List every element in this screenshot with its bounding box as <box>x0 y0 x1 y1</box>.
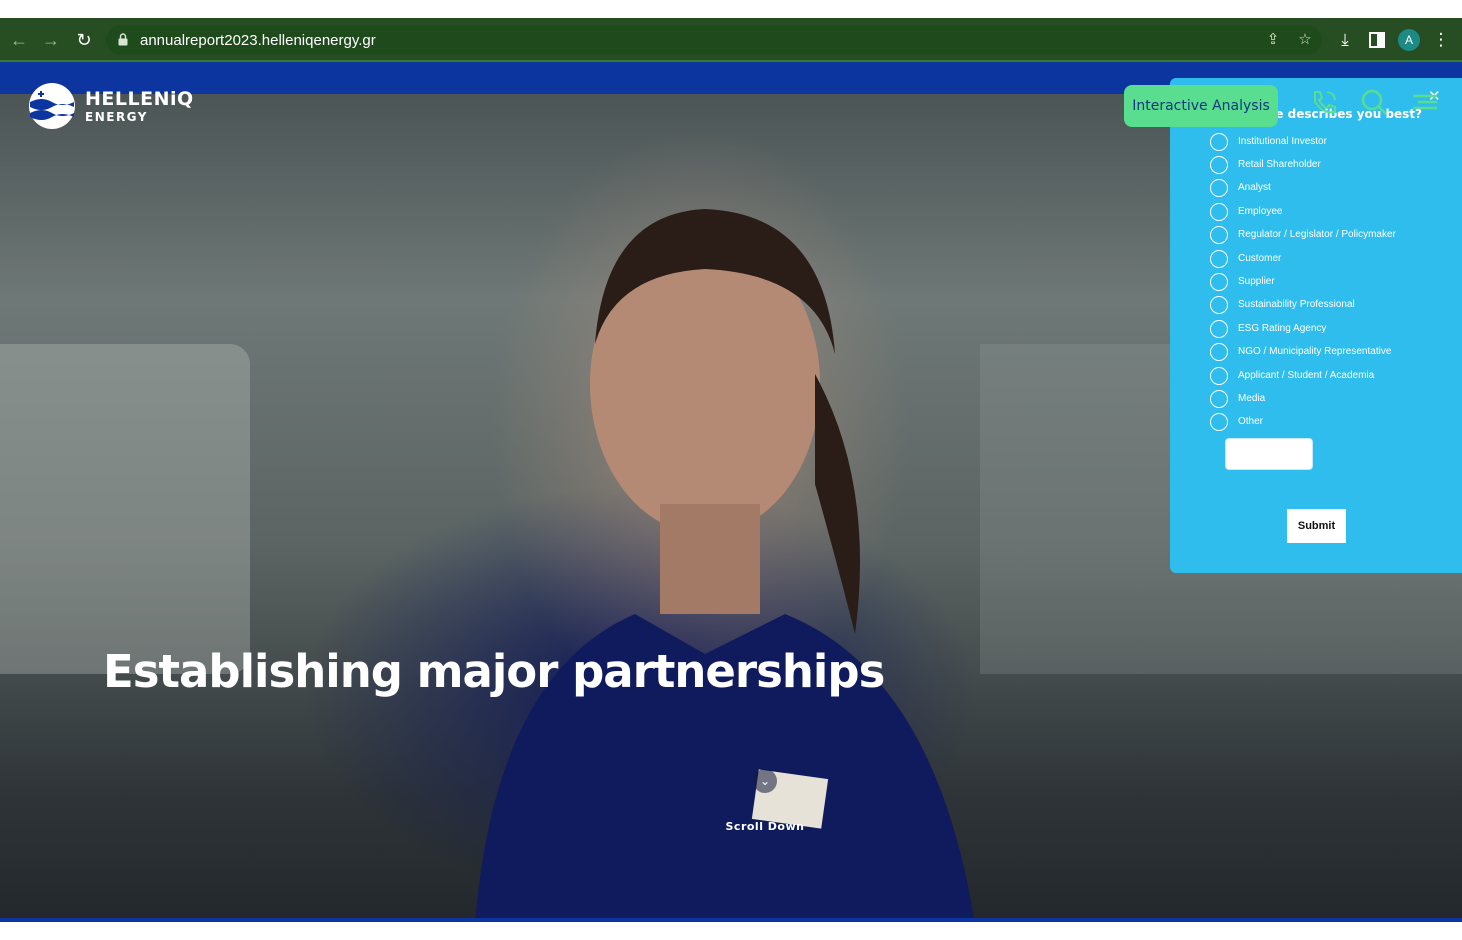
radio-button[interactable] <box>1210 133 1228 151</box>
hero-person-image <box>475 209 974 918</box>
radio-button[interactable] <box>1210 203 1228 221</box>
survey-option[interactable]: ESG Rating Agency <box>1210 320 1450 340</box>
radio-button[interactable] <box>1210 296 1228 314</box>
interactive-analysis-button[interactable]: Interactive Analysis <box>1124 85 1278 127</box>
forward-arrow-icon[interactable]: → <box>40 29 62 51</box>
survey-option[interactable]: Regulator / Legislator / Policymaker <box>1210 226 1450 246</box>
reload-icon[interactable]: ↻ <box>73 29 95 51</box>
logo-subtitle: ENERGY <box>85 110 148 124</box>
radio-button[interactable] <box>1210 413 1228 431</box>
other-text-field[interactable] <box>1225 438 1313 470</box>
survey-question: ese describes you best? <box>1260 107 1423 121</box>
radio-button[interactable] <box>1210 250 1228 268</box>
star-icon[interactable]: ☆ <box>1296 31 1314 49</box>
address-bar[interactable]: annualreport2023.helleniqenergy.gr ⇪ ☆ <box>106 25 1322 55</box>
download-icon[interactable]: ⤓ <box>1334 29 1356 51</box>
menu-icon[interactable] <box>1410 88 1440 116</box>
lock-icon <box>118 33 128 46</box>
option-label: Other <box>1238 416 1264 427</box>
radio-button[interactable] <box>1210 226 1228 244</box>
radio-button[interactable] <box>1210 320 1228 338</box>
option-label: ESG Rating Agency <box>1238 323 1327 334</box>
url-text[interactable]: annualreport2023.helleniqenergy.gr <box>140 32 376 49</box>
radio-button[interactable] <box>1210 179 1228 197</box>
survey-option[interactable]: Media <box>1210 390 1450 410</box>
helleniq-logo[interactable]: HELLENiQ ENERGY <box>28 82 208 132</box>
option-label: Customer <box>1238 253 1282 264</box>
survey-option[interactable]: Institutional Investor <box>1210 133 1450 153</box>
radio-button[interactable] <box>1210 273 1228 291</box>
option-label: Employee <box>1238 206 1283 217</box>
chevron-down-icon[interactable]: ⌄ <box>753 769 777 793</box>
option-label: Media <box>1238 393 1266 404</box>
submit-button[interactable]: Submit <box>1287 509 1346 543</box>
hero-headline: Establishing major partnerships <box>103 645 885 698</box>
back-arrow-icon[interactable]: ← <box>8 29 30 51</box>
logo-mark-icon <box>29 83 75 129</box>
page-bottom-line <box>0 918 1462 922</box>
logo-name: HELLENiQ <box>85 88 194 110</box>
option-label: Regulator / Legislator / Policymaker <box>1238 229 1396 240</box>
option-label: Applicant / Student / Academia <box>1238 370 1375 381</box>
survey-option[interactable]: Supplier <box>1210 273 1450 293</box>
option-label: Analyst <box>1238 182 1271 193</box>
radio-button[interactable] <box>1210 390 1228 408</box>
window-top-gap <box>0 0 1462 18</box>
profile-avatar[interactable]: A <box>1398 29 1420 51</box>
scroll-down-label[interactable]: Scroll Down <box>710 820 820 833</box>
kebab-menu-icon[interactable]: ⋮ <box>1430 29 1452 51</box>
browser-toolbar: ← → ↻ annualreport2023.helleniqenergy.gr… <box>0 18 1462 62</box>
survey-option[interactable]: NGO / Municipality Representative <box>1210 343 1450 363</box>
option-label: Institutional Investor <box>1238 136 1327 147</box>
side-panel-icon[interactable] <box>1366 29 1388 51</box>
radio-button[interactable] <box>1210 367 1228 385</box>
radio-button[interactable] <box>1210 343 1228 361</box>
option-label: Supplier <box>1238 276 1275 287</box>
share-icon[interactable]: ⇪ <box>1264 31 1282 49</box>
radio-button[interactable] <box>1210 156 1228 174</box>
phone-icon[interactable] <box>1309 88 1339 116</box>
survey-option[interactable]: Analyst <box>1210 179 1450 199</box>
survey-option[interactable]: Employee <box>1210 203 1450 223</box>
audience-survey-panel: ese describes you best? ✕ Institutional … <box>1170 78 1462 573</box>
option-label: Sustainability Professional <box>1238 299 1355 310</box>
option-label: NGO / Municipality Representative <box>1238 346 1392 357</box>
search-icon[interactable] <box>1359 88 1389 116</box>
survey-option[interactable]: Applicant / Student / Academia <box>1210 367 1450 387</box>
survey-option[interactable]: Customer <box>1210 250 1450 270</box>
survey-option[interactable]: Retail Shareholder <box>1210 156 1450 176</box>
survey-option[interactable]: Other <box>1210 413 1450 433</box>
option-label: Retail Shareholder <box>1238 159 1321 170</box>
survey-option[interactable]: Sustainability Professional <box>1210 296 1450 316</box>
cabin-panel-left <box>0 344 250 674</box>
